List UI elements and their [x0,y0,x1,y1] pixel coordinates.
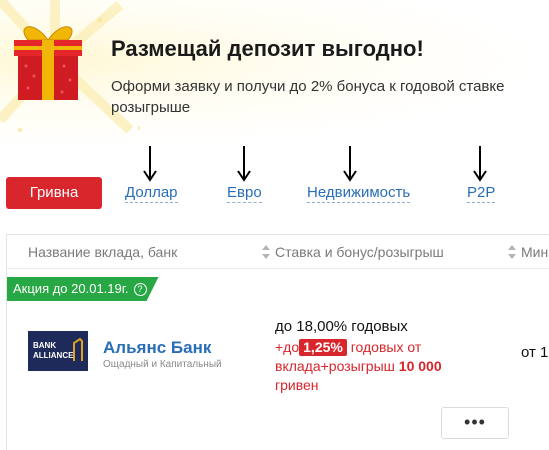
bank-logo-text-2: ALLIANCE [33,351,74,360]
currency-tabs: Гривна Доллар Евро Недвижимость P2P [0,177,549,209]
deposits-table: Название вклада, банк Ставка и бонус/роз… [6,234,549,450]
tab-dollar[interactable]: Доллар [125,184,178,203]
question-icon[interactable]: ? [134,283,147,296]
promo-subtitle-line2: розыгрыше [111,99,191,116]
table-header: Название вклада, банк Ставка и бонус/роз… [7,235,549,269]
gift-icon [14,26,82,100]
promo-subtitle: Оформи заявку и получи до 2% бонуса к го… [111,76,549,118]
promo-ribbon: Акция до 20.01.19г.? [7,277,159,301]
bonus-rate-badge: 1,25% [299,339,347,356]
column-header-deposit-name[interactable]: Название вклада, банк [28,244,177,260]
sort-icon[interactable] [261,244,271,260]
tab-hryvnia[interactable]: Гривна [6,177,102,209]
min-amount: от 1 [521,344,549,361]
deposit-types: Ощадный и Капитальный [103,359,222,370]
tab-p2p[interactable]: P2P [467,184,496,203]
sort-icon[interactable] [507,244,517,260]
tab-euro[interactable]: Евро [227,184,262,203]
bank-name-link[interactable]: Альянс Банк [103,338,211,358]
bonus-line3: гривен [275,377,319,393]
bank-logo-text-1: BANK [33,341,56,350]
tab-real-estate[interactable]: Недвижимость [307,184,411,203]
column-header-rate-bonus[interactable]: Ставка и бонус/розыгрыш [275,244,444,260]
promo-subtitle-line1: Оформи заявку и получи до 2% бонуса к го… [111,78,505,95]
promo-ribbon-text: Акция до 20.01.19г. [13,281,129,296]
promo-title: Размещай депозит выгодно! [111,36,424,61]
bank-logo: BANK ALLIANCE [28,331,88,371]
bonus-line2: вклада+розыгрыш [275,358,395,374]
column-header-min-amount[interactable]: Мин [521,244,548,260]
bonus-prefix: +до [275,339,300,355]
bonus-amount: 10 000 [398,358,442,374]
rate-bonus: +до 1,25% годовых от вклада+розыгрыш 10 0… [275,338,475,395]
rate-main: до 18,00% годовых [275,318,408,335]
more-options-button[interactable]: ••• [441,407,509,439]
bonus-suffix: годовых от [350,339,422,355]
